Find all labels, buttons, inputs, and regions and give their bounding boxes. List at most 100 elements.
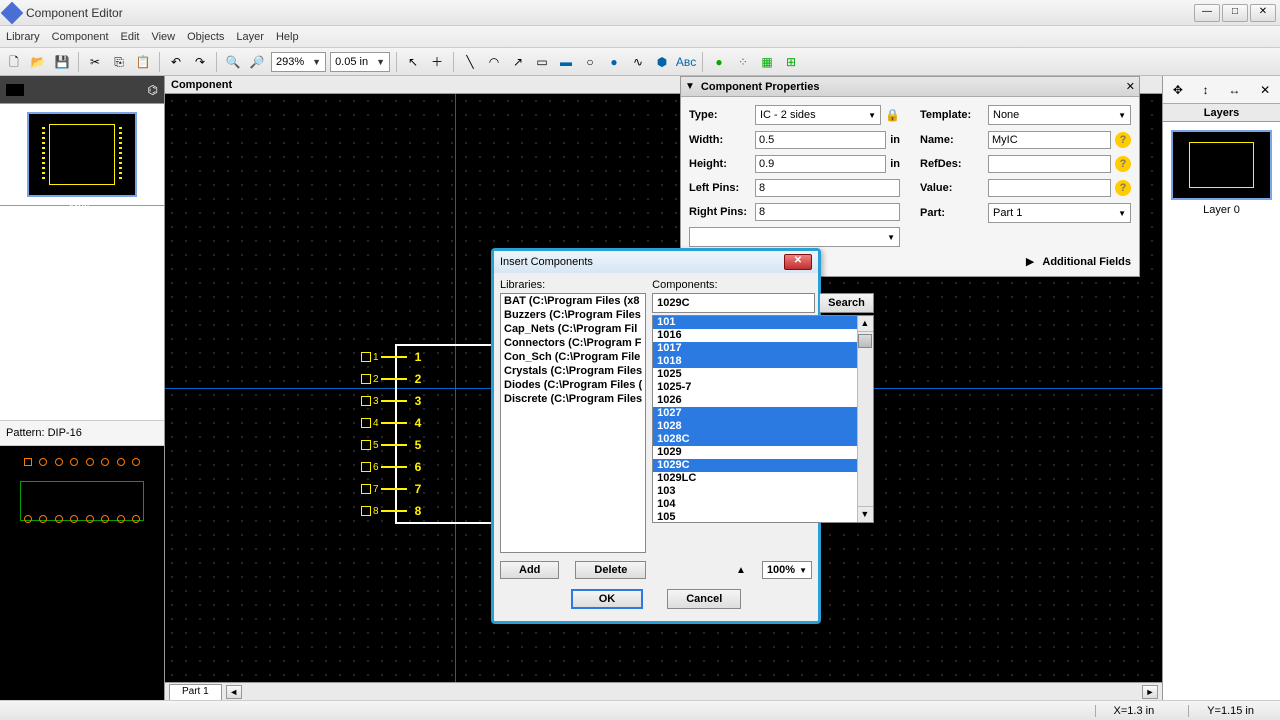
properties-close-icon[interactable]: ✕ — [1126, 80, 1135, 93]
library-item[interactable]: Cap_Nets (C:\Program Fil — [501, 322, 645, 336]
text-icon[interactable]: Aʙᴄ — [676, 52, 696, 72]
library-item[interactable]: Con_Sch (C:\Program File — [501, 350, 645, 364]
delete-button[interactable]: Delete — [575, 561, 646, 579]
component-item[interactable]: 105 — [653, 511, 857, 523]
minimize-button[interactable]: — — [1194, 4, 1220, 22]
node-icon[interactable]: ● — [709, 52, 729, 72]
snap-combo[interactable]: 0.05 in▼ — [330, 52, 390, 72]
component-item[interactable]: 1016 — [653, 329, 857, 342]
menu-view[interactable]: View — [151, 31, 175, 43]
component-item[interactable]: 1026 — [653, 394, 857, 407]
component-item[interactable]: 1029LC — [653, 472, 857, 485]
height-input[interactable]: 0.9 — [755, 155, 886, 173]
rect-icon[interactable]: ▭ — [532, 52, 552, 72]
component-item[interactable]: 1028 — [653, 420, 857, 433]
grid-icon[interactable]: ▦ — [757, 52, 777, 72]
menu-help[interactable]: Help — [276, 31, 299, 43]
menu-library[interactable]: Library — [6, 31, 40, 43]
scroll-thumb[interactable] — [858, 334, 872, 348]
paste-icon[interactable]: 📋 — [133, 52, 153, 72]
layer-thumbnail[interactable]: Layer 0 — [1171, 130, 1272, 200]
scroll-up-icon[interactable]: ▲ — [857, 316, 873, 332]
arrow-icon[interactable]: ↗ — [508, 52, 528, 72]
filled-ellipse-icon[interactable]: ● — [604, 52, 624, 72]
cancel-button[interactable]: Cancel — [667, 589, 741, 609]
component-item[interactable]: 1025 — [653, 368, 857, 381]
lock-icon[interactable]: 🔒 — [885, 109, 900, 121]
filled-rect-icon[interactable]: ▬ — [556, 52, 576, 72]
menu-layer[interactable]: Layer — [236, 31, 264, 43]
library-item[interactable]: Connectors (C:\Program F — [501, 336, 645, 350]
pointer-icon[interactable]: ↖ — [403, 52, 423, 72]
component-item[interactable]: 1025-7 — [653, 381, 857, 394]
part-combo[interactable]: Part 1 — [988, 203, 1131, 223]
component-item[interactable]: 1028C — [653, 433, 857, 446]
value-input[interactable] — [988, 179, 1111, 197]
search-button[interactable]: Search — [819, 293, 874, 313]
copy-icon[interactable]: ⎘ — [109, 52, 129, 72]
line-icon[interactable]: ╲ — [460, 52, 480, 72]
additional-fields-button[interactable]: Additional Fields — [1042, 256, 1131, 268]
template-combo[interactable]: None — [988, 105, 1131, 125]
ok-button[interactable]: OK — [571, 589, 644, 609]
libraries-list[interactable]: BAT (C:\Program Files (x8Buzzers (C:\Pro… — [500, 293, 646, 553]
pin[interactable]: 66 — [361, 460, 421, 474]
scroll-right-icon[interactable]: ► — [1142, 685, 1158, 699]
left-pins-input[interactable]: 8 — [755, 179, 900, 197]
pin[interactable]: 55 — [361, 438, 421, 452]
part-tab[interactable]: Part 1 — [169, 684, 222, 700]
component-item[interactable]: 1018 — [653, 355, 857, 368]
save-icon[interactable]: 💾 — [52, 52, 72, 72]
add-button[interactable]: Add — [500, 561, 559, 579]
hidden-combo[interactable] — [689, 227, 900, 247]
mesh-icon[interactable]: ⊞ — [781, 52, 801, 72]
pin[interactable]: 22 — [361, 372, 421, 386]
updown-icon[interactable]: ↕ — [1203, 84, 1209, 96]
scroll-down-icon[interactable]: ▼ — [857, 506, 873, 522]
dialog-close-button[interactable]: ✕ — [784, 254, 812, 270]
polyline-icon[interactable]: ∿ — [628, 52, 648, 72]
help-icon[interactable]: ? — [1115, 156, 1131, 172]
component-item[interactable]: 1029 — [653, 446, 857, 459]
component-thumbnail[interactable]: MyIC — [27, 112, 137, 197]
library-item[interactable]: Diodes (C:\Program Files ( — [501, 378, 645, 392]
component-item[interactable]: 104 — [653, 498, 857, 511]
menu-objects[interactable]: Objects — [187, 31, 224, 43]
zoom-in-icon[interactable]: 🔍 — [223, 52, 243, 72]
component-item[interactable]: 1027 — [653, 407, 857, 420]
zoom-combo[interactable]: 293%▼ — [271, 52, 326, 72]
ellipse-icon[interactable]: ○ — [580, 52, 600, 72]
library-item[interactable]: Buzzers (C:\Program Files — [501, 308, 645, 322]
refdes-input[interactable] — [988, 155, 1111, 173]
pin[interactable]: 88 — [361, 504, 421, 518]
arc-icon[interactable]: ◠ — [484, 52, 504, 72]
type-combo[interactable]: IC - 2 sides — [755, 105, 881, 125]
menu-component[interactable]: Component — [52, 31, 109, 43]
component-item[interactable]: 1029C — [653, 459, 857, 472]
right-pins-input[interactable]: 8 — [755, 203, 900, 221]
maximize-button[interactable]: □ — [1222, 4, 1248, 22]
component-item[interactable]: 101 — [653, 316, 857, 329]
menu-edit[interactable]: Edit — [121, 31, 140, 43]
pin[interactable]: 77 — [361, 482, 421, 496]
polygon-icon[interactable]: ⬢ — [652, 52, 672, 72]
help-icon[interactable]: ? — [1115, 132, 1131, 148]
width-input[interactable]: 0.5 — [755, 131, 886, 149]
tree-icon[interactable]: ⌬ — [148, 84, 158, 96]
library-item[interactable]: BAT (C:\Program Files (x8 — [501, 294, 645, 308]
search-input[interactable] — [652, 293, 815, 313]
redo-icon[interactable]: ↷ — [190, 52, 210, 72]
library-item[interactable]: Crystals (C:\Program Files — [501, 364, 645, 378]
move-icon[interactable]: ✥ — [1173, 84, 1183, 96]
close-layers-icon[interactable]: ✕ — [1260, 84, 1270, 96]
pin[interactable]: 33 — [361, 394, 421, 408]
new-icon[interactable]: 🗋 — [4, 52, 24, 72]
pin[interactable]: 44 — [361, 416, 421, 430]
component-item[interactable]: 103 — [653, 485, 857, 498]
pin[interactable]: 11 — [361, 350, 421, 364]
open-icon[interactable]: 📂 — [28, 52, 48, 72]
help-icon[interactable]: ? — [1115, 180, 1131, 196]
dialog-zoom-combo[interactable]: 100%▼ — [762, 561, 812, 579]
component-item[interactable]: 1017 — [653, 342, 857, 355]
components-list[interactable]: ▲ ▼ 10110161017101810251025-710261027102… — [652, 315, 874, 523]
